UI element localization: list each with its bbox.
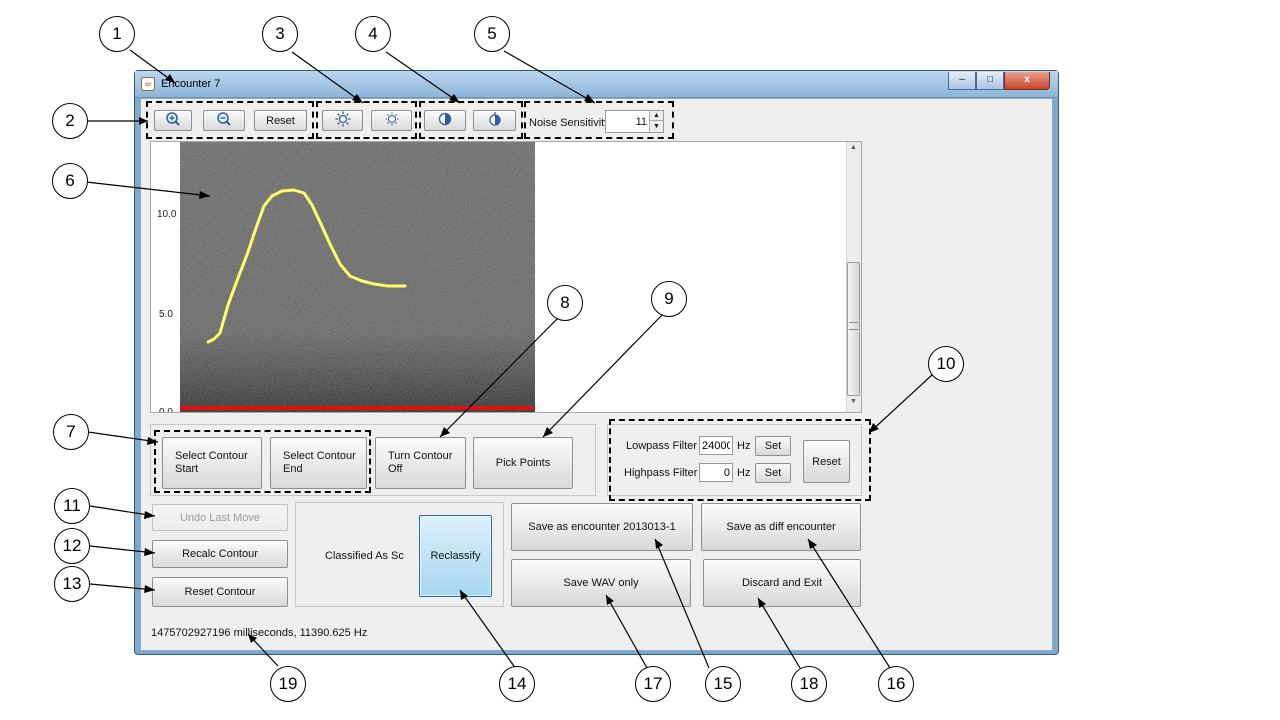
callout-19: 19 xyxy=(270,666,306,702)
callout-13: 13 xyxy=(54,566,90,602)
callout-5: 5 xyxy=(474,16,510,52)
callout-10: 10 xyxy=(928,346,964,382)
callout-2: 2 xyxy=(52,103,88,139)
callout-14: 14 xyxy=(499,666,535,702)
callout-3: 3 xyxy=(262,16,298,52)
callout-12: 12 xyxy=(54,528,90,564)
callout-6: 6 xyxy=(52,163,88,199)
callout-18: 18 xyxy=(791,666,827,702)
callout-8: 8 xyxy=(547,285,583,321)
callout-4: 4 xyxy=(355,16,391,52)
callout-leaders xyxy=(85,49,933,670)
callout-15: 15 xyxy=(705,666,741,702)
callout-1: 1 xyxy=(99,16,135,52)
callout-11: 11 xyxy=(54,488,90,524)
callout-7: 7 xyxy=(53,414,89,450)
callout-17: 17 xyxy=(635,666,671,702)
callout-16: 16 xyxy=(878,666,914,702)
callout-9: 9 xyxy=(651,281,687,317)
